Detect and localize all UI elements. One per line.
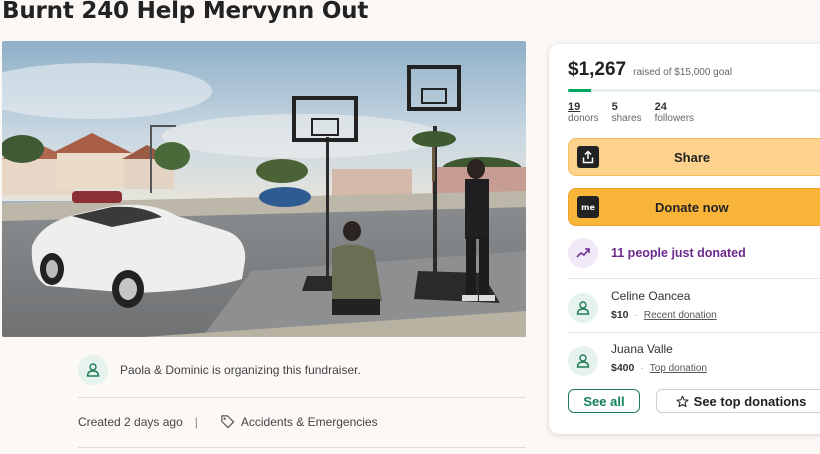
recent-activity: 11 people just donated xyxy=(568,238,746,268)
stat-label: followers xyxy=(654,113,695,124)
created-date: Created 2 days ago xyxy=(78,414,183,429)
stat-value: 19 xyxy=(568,101,581,113)
trend-text: 11 people just donated xyxy=(611,246,746,260)
person-icon xyxy=(568,346,598,376)
stat-shares: 5 shares xyxy=(612,101,642,125)
see-top-label: See top donations xyxy=(693,393,807,409)
person-icon xyxy=(78,355,108,385)
separator-dot: · xyxy=(640,362,644,374)
amount-value: $1,267 xyxy=(568,59,627,80)
goal-text: raised of $15,000 goal xyxy=(633,67,733,78)
share-button[interactable]: Share xyxy=(568,138,820,176)
divider xyxy=(568,332,820,333)
donate-label: Donate now xyxy=(655,199,729,215)
donate-now-button[interactable]: me Donate now xyxy=(568,188,820,226)
trending-up-icon xyxy=(568,238,598,268)
stat-value: 24 xyxy=(654,101,667,113)
donation-amount: $10 xyxy=(611,309,629,321)
meta-separator: | xyxy=(194,414,198,429)
organizer-text: Paola & Dominic is organizing this fundr… xyxy=(120,363,361,377)
campaign-hero-image[interactable] xyxy=(2,41,526,337)
donor-name: Juana Valle xyxy=(611,342,673,356)
person-icon xyxy=(568,293,598,323)
progress-bar xyxy=(568,89,820,92)
donor-name: Celine Oancea xyxy=(611,289,691,303)
donation-item: Juana Valle $400 · Top donation xyxy=(568,342,707,376)
see-top-donations-button[interactable]: See top donations xyxy=(656,389,820,413)
star-icon xyxy=(676,395,689,407)
progress-fill xyxy=(568,89,591,92)
hero-photo xyxy=(2,41,526,337)
stat-label: donors xyxy=(568,113,599,124)
recent-donation-link[interactable]: Recent donation xyxy=(644,310,717,321)
stat-label: shares xyxy=(611,113,642,124)
donation-card: $1,267 raised of $15,000 goal 19 donors … xyxy=(549,44,820,434)
top-donation-link[interactable]: Top donation xyxy=(650,363,707,374)
divider xyxy=(78,447,526,448)
separator-dot: · xyxy=(634,309,638,321)
amount-raised: $1,267 raised of $15,000 goal xyxy=(568,59,732,81)
page-title: Burnt 240 Help Mervynn Out xyxy=(2,0,369,24)
gofundme-icon-text: me xyxy=(581,202,595,212)
tag-icon xyxy=(221,415,235,429)
campaign-stats: 19 donors 5 shares 24 followers xyxy=(568,101,707,125)
stat-donors[interactable]: 19 donors xyxy=(568,101,599,125)
category-label: Accidents & Emergencies xyxy=(240,414,378,429)
stat-value: 5 xyxy=(611,101,618,113)
organizer-info: Paola & Dominic is organizing this fundr… xyxy=(78,355,361,385)
category-link[interactable]: Accidents & Emergencies xyxy=(220,414,378,429)
share-icon xyxy=(577,146,599,168)
divider xyxy=(78,397,526,398)
divider xyxy=(568,278,820,279)
stat-followers: 24 followers xyxy=(655,101,694,125)
see-all-button[interactable]: See all xyxy=(568,389,640,413)
gofundme-icon: me xyxy=(577,196,599,218)
donation-item: Celine Oancea $10 · Recent donation xyxy=(568,289,717,323)
donation-amount: $400 xyxy=(611,362,635,374)
campaign-meta: Created 2 days ago | Accidents & Emergen… xyxy=(78,414,378,429)
share-label: Share xyxy=(674,149,711,165)
